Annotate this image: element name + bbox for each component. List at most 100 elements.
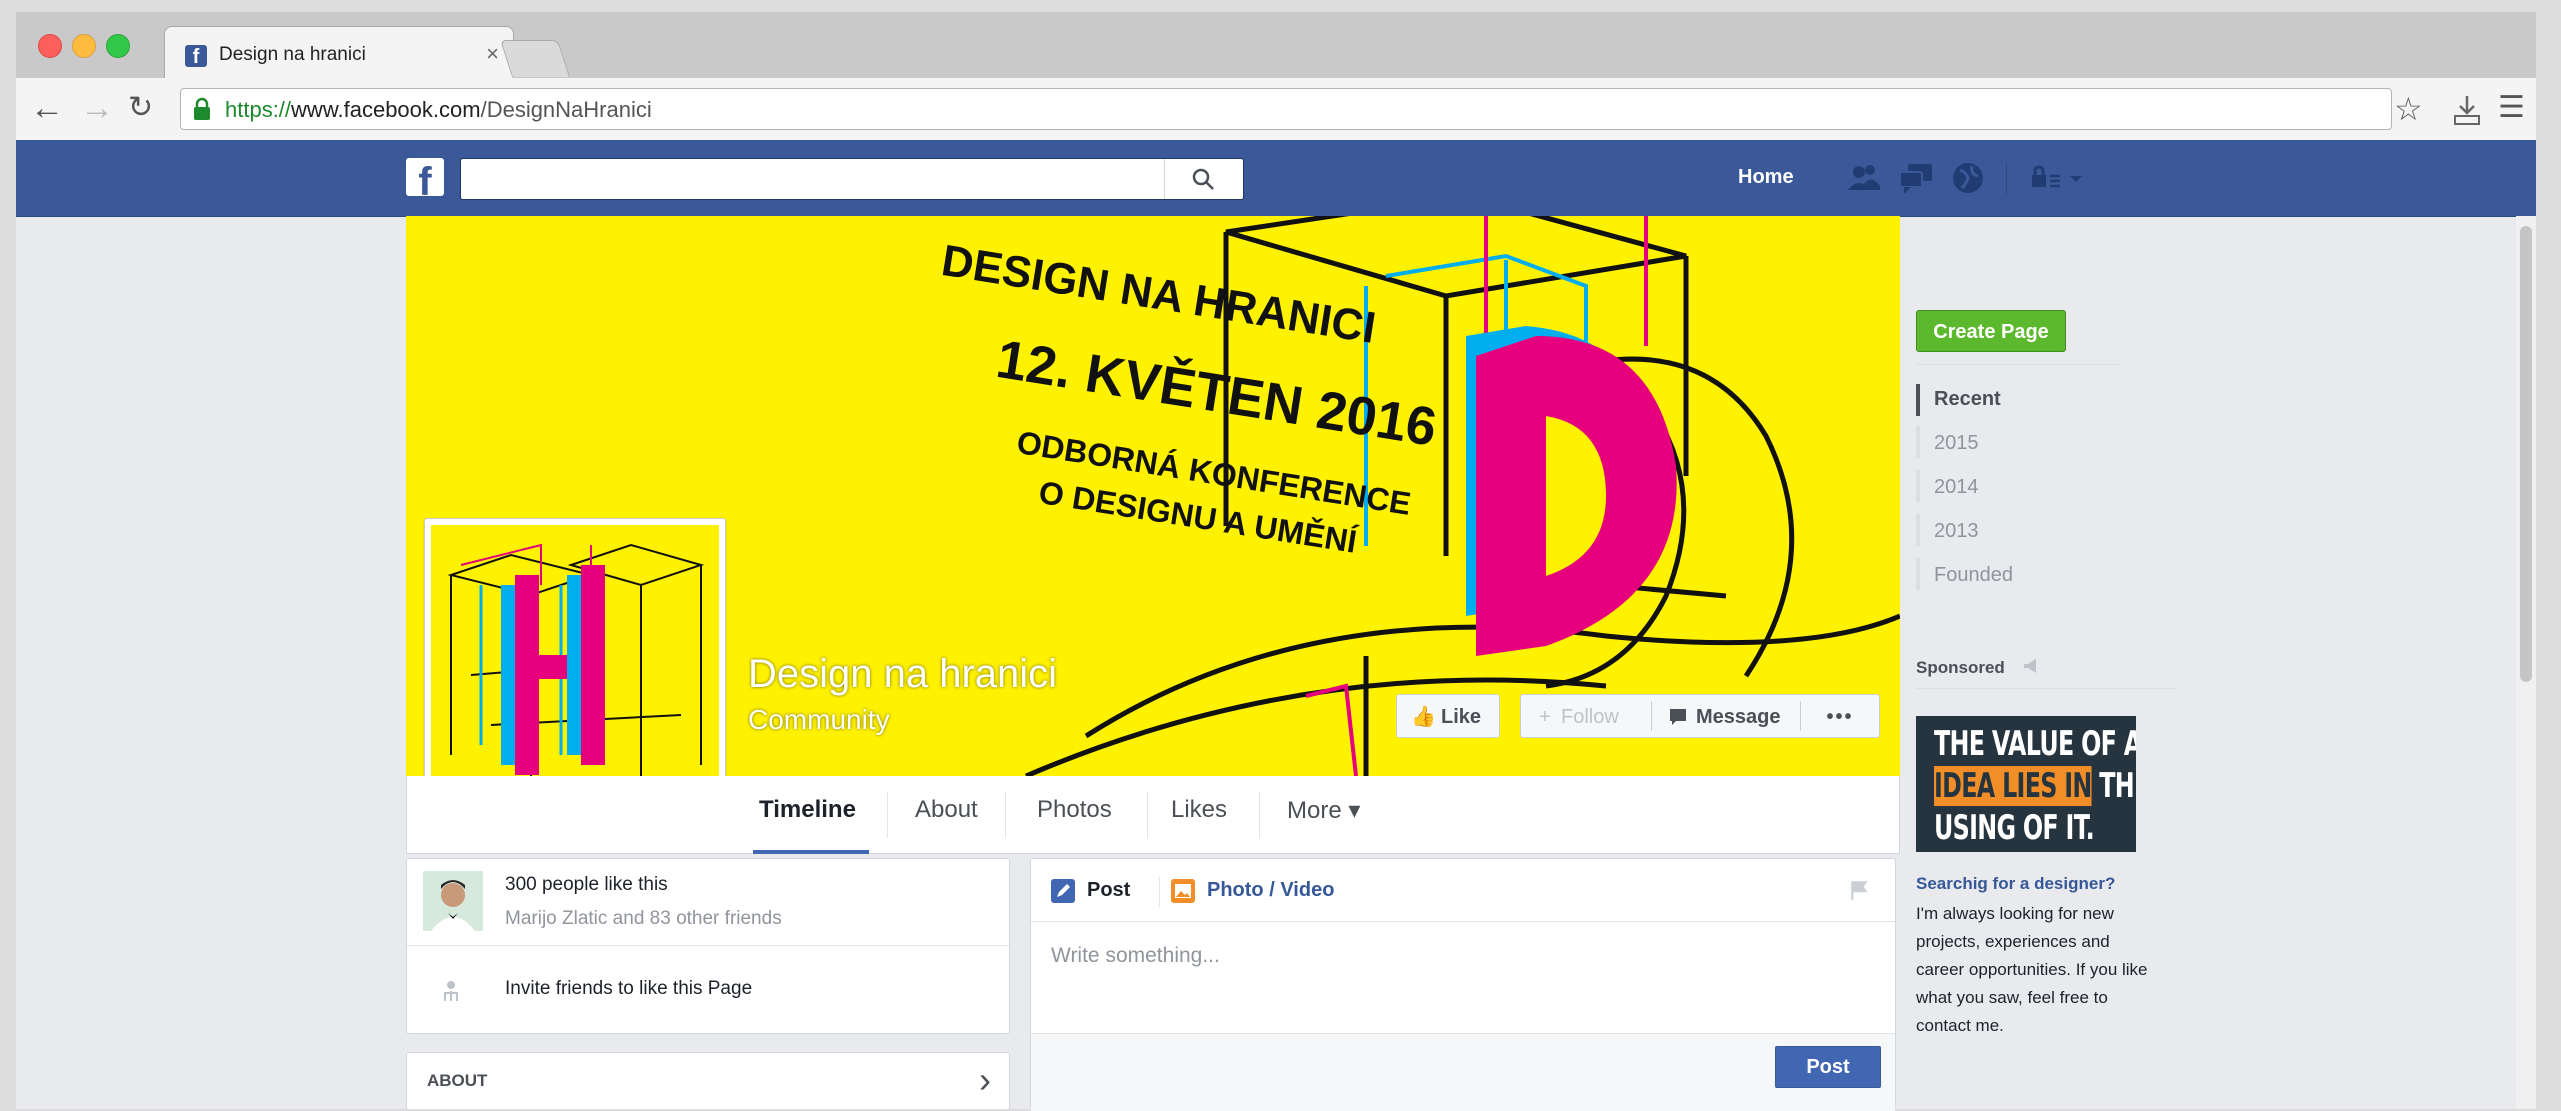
search-input[interactable] [461, 159, 1185, 197]
year-2015[interactable]: 2015 [1934, 432, 1979, 455]
about-title: ABOUT [427, 1071, 488, 1090]
photo-icon [1171, 879, 1195, 903]
tab-timeline[interactable]: Timeline [759, 796, 856, 824]
composer-post-tab[interactable]: Post [1087, 879, 1130, 902]
year-indicator [1916, 558, 1920, 590]
minimize-window-button[interactable] [72, 34, 96, 58]
friend-avatar[interactable] [423, 871, 483, 931]
search-icon [1192, 168, 1214, 190]
tab-strip: f Design na hranici × [16, 12, 2536, 81]
download-icon[interactable] [2452, 94, 2482, 126]
likes-count[interactable]: 300 people like this [505, 871, 668, 899]
ad-body-line: I'm always looking for new [1916, 904, 2114, 923]
browser-toolbar: ← → ↻ https://www.facebook.com/DesignNaH… [16, 78, 2536, 141]
new-tab-button[interactable] [499, 40, 571, 77]
search-button[interactable] [1164, 159, 1243, 199]
megaphone-icon[interactable] [2022, 656, 2042, 676]
divider [407, 945, 1009, 946]
star-icon[interactable]: ☆ [2394, 90, 2423, 128]
follow-label: Follow [1561, 706, 1619, 728]
year-indicator [1916, 426, 1920, 458]
invite-friends-link[interactable]: Invite friends to like this Page [505, 975, 752, 1003]
url-scheme: https:// [225, 97, 292, 122]
post-button[interactable]: Post [1775, 1046, 1881, 1088]
scrollbar-thumb[interactable] [2520, 226, 2532, 682]
message-button[interactable]: Message [1652, 695, 1800, 737]
facebook-logo[interactable]: f [406, 158, 444, 196]
back-icon[interactable]: ← [30, 90, 64, 126]
ad-line-2-rest: THE [2099, 766, 2136, 806]
ad-body-line: projects, experiences and [1916, 932, 2110, 951]
facebook-search[interactable] [460, 158, 1244, 200]
sponsored-ad-image[interactable]: THE VALUE OF AN IDEA LIES IN THE USING O… [1916, 716, 2136, 852]
divider [1916, 688, 2178, 689]
like-label: Like [1441, 706, 1482, 728]
facebook-header: f Home [16, 140, 2536, 217]
follow-button[interactable]: + Follow [1521, 695, 1651, 737]
composer-placeholder: Write something... [1051, 944, 1220, 967]
pencil-icon [1051, 879, 1075, 903]
tab-separator [1005, 792, 1006, 838]
reload-icon[interactable]: ↻ [128, 90, 153, 126]
ad-title-link[interactable]: Searchig for a designer? [1916, 874, 2115, 894]
tab-likes[interactable]: Likes [1171, 796, 1227, 824]
likes-card: 300 people like this Marijo Zlatic and 8… [406, 858, 1010, 1034]
friends-icon[interactable] [1846, 160, 1882, 196]
lock-icon [194, 97, 210, 120]
tab-photos[interactable]: Photos [1037, 796, 1112, 824]
facebook-favicon-icon: f [185, 45, 207, 68]
url-domain: www.facebook.com [291, 97, 481, 122]
ad-body-line: career opportunities. If you like [1916, 960, 2148, 979]
invite-icon [444, 981, 458, 1001]
more-options-button[interactable]: ••• [1801, 695, 1879, 737]
message-label: Message [1696, 706, 1781, 728]
privacy-icon[interactable] [2028, 160, 2084, 196]
page-category[interactable]: Community [748, 704, 890, 736]
tab-close-icon[interactable]: × [486, 41, 499, 67]
year-recent[interactable]: Recent [1934, 388, 2001, 411]
ad-line-3: USING OF IT. [1934, 808, 2095, 848]
close-window-button[interactable] [38, 34, 62, 58]
menu-icon[interactable]: ☰ [2498, 90, 2525, 125]
composer-input[interactable]: Write something... [1031, 922, 1895, 1032]
composer-footer: Post [1031, 1033, 1895, 1111]
plus-icon: + [1539, 706, 1551, 728]
maximize-window-button[interactable] [106, 34, 130, 58]
ad-highlight: IDEA LIES IN [1934, 766, 2092, 806]
home-link[interactable]: Home [1738, 166, 1794, 189]
profile-picture[interactable] [424, 518, 726, 820]
page-actions-group: + Follow Message ••• [1520, 694, 1880, 738]
year-founded[interactable]: Founded [1934, 564, 2013, 587]
page-name[interactable]: Design na hranici [748, 652, 1057, 697]
chevron-right-icon: › [979, 1059, 991, 1100]
tab-separator [1147, 792, 1148, 838]
message-icon [1670, 709, 1686, 725]
year-indicator [1916, 514, 1920, 546]
forward-icon[interactable]: → [80, 90, 114, 126]
tab-more[interactable]: More ▾ [1287, 796, 1360, 825]
globe-icon[interactable] [1950, 160, 1986, 196]
tab-separator [887, 792, 888, 838]
page-nav: Timeline About Photos Likes More ▾ [406, 776, 1900, 854]
browser-tab[interactable]: f Design na hranici × [164, 26, 514, 81]
like-page-button[interactable]: 👍 Like [1396, 694, 1500, 738]
page-scrollbar[interactable] [2516, 216, 2536, 1109]
composer-photo-tab[interactable]: Photo / Video [1207, 879, 1334, 902]
messages-icon[interactable] [1898, 160, 1934, 196]
tab-about[interactable]: About [915, 796, 978, 824]
sponsored-label: Sponsored [1916, 658, 2005, 677]
year-2013[interactable]: 2013 [1934, 520, 1979, 543]
profile-image [431, 525, 719, 813]
year-indicator-active [1916, 384, 1920, 416]
composer-card: Post Photo / Video Write something... Po… [1030, 858, 1896, 1111]
address-bar[interactable]: https://www.facebook.com/DesignNaHranici [180, 88, 2392, 130]
year-indicator [1916, 470, 1920, 502]
create-page-button[interactable]: Create Page [1916, 310, 2066, 352]
ad-body-line: contact me. [1916, 1016, 2004, 1035]
like-icon: 👍 [1411, 706, 1436, 728]
ad-line-1: THE VALUE OF AN [1934, 724, 2136, 764]
about-card[interactable]: ABOUT › [406, 1052, 1010, 1109]
friends-like-text[interactable]: Marijo Zlatic and 83 other friends [505, 905, 782, 933]
flag-icon[interactable] [1849, 879, 1871, 901]
year-2014[interactable]: 2014 [1934, 476, 1979, 499]
